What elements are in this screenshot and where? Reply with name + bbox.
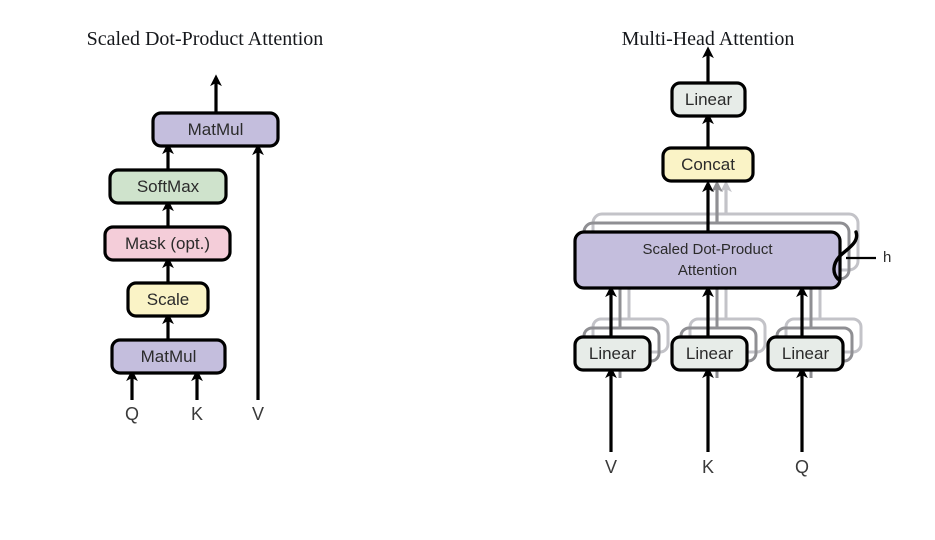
- node-linear-v-label: Linear: [589, 344, 637, 363]
- node-mask-label: Mask (opt.): [125, 234, 210, 253]
- input-label-q-mha: Q: [795, 457, 809, 477]
- node-matmul-bottom-label: MatMul: [141, 347, 197, 366]
- node-linear-v[interactable]: Linear: [573, 335, 652, 372]
- stack-count-label: h: [883, 249, 891, 266]
- node-scale-label: Scale: [147, 290, 190, 309]
- input-label-q: Q: [125, 404, 139, 424]
- node-softmax[interactable]: SoftMax: [108, 168, 228, 205]
- node-linear-k-label: Linear: [686, 344, 734, 363]
- node-scaled-dot-product-attention[interactable]: Scaled Dot-Product Attention: [573, 230, 842, 290]
- input-label-k: K: [191, 404, 203, 424]
- node-sdpa-label-line1: Scaled Dot-Product: [642, 241, 773, 258]
- input-label-v: V: [252, 404, 264, 424]
- node-linear-q[interactable]: Linear: [766, 335, 845, 372]
- figure-title-scaled-dot-product: Scaled Dot-Product Attention: [87, 28, 324, 50]
- node-linear-output-label: Linear: [685, 90, 733, 109]
- node-softmax-label: SoftMax: [137, 177, 200, 196]
- diagram-canvas: Scaled Dot-Product Attention MatMul Soft…: [0, 0, 935, 540]
- node-concat-label: Concat: [681, 155, 735, 174]
- node-matmul-bottom[interactable]: MatMul: [110, 338, 227, 375]
- figure-scaled-dot-product-attention: Scaled Dot-Product Attention MatMul Soft…: [87, 28, 324, 424]
- input-label-v-mha: V: [605, 457, 617, 477]
- figure-multi-head-attention: Multi-Head Attention Linear Concat Scale…: [573, 28, 891, 477]
- node-linear-q-label: Linear: [782, 344, 830, 363]
- node-concat[interactable]: Concat: [661, 146, 755, 183]
- node-linear-k[interactable]: Linear: [670, 335, 749, 372]
- figure-title-multi-head: Multi-Head Attention: [622, 28, 795, 50]
- attention-diagram-svg: Scaled Dot-Product Attention MatMul Soft…: [87, 28, 892, 477]
- node-matmul-top[interactable]: MatMul: [151, 111, 280, 148]
- node-sdpa-label-line2: Attention: [678, 262, 737, 279]
- node-mask[interactable]: Mask (opt.): [103, 225, 232, 262]
- stack-count-brace: h: [832, 230, 891, 281]
- node-matmul-top-label: MatMul: [188, 120, 244, 139]
- node-scale[interactable]: Scale: [126, 281, 210, 318]
- input-label-k-mha: K: [702, 457, 714, 477]
- node-linear-output[interactable]: Linear: [670, 81, 747, 118]
